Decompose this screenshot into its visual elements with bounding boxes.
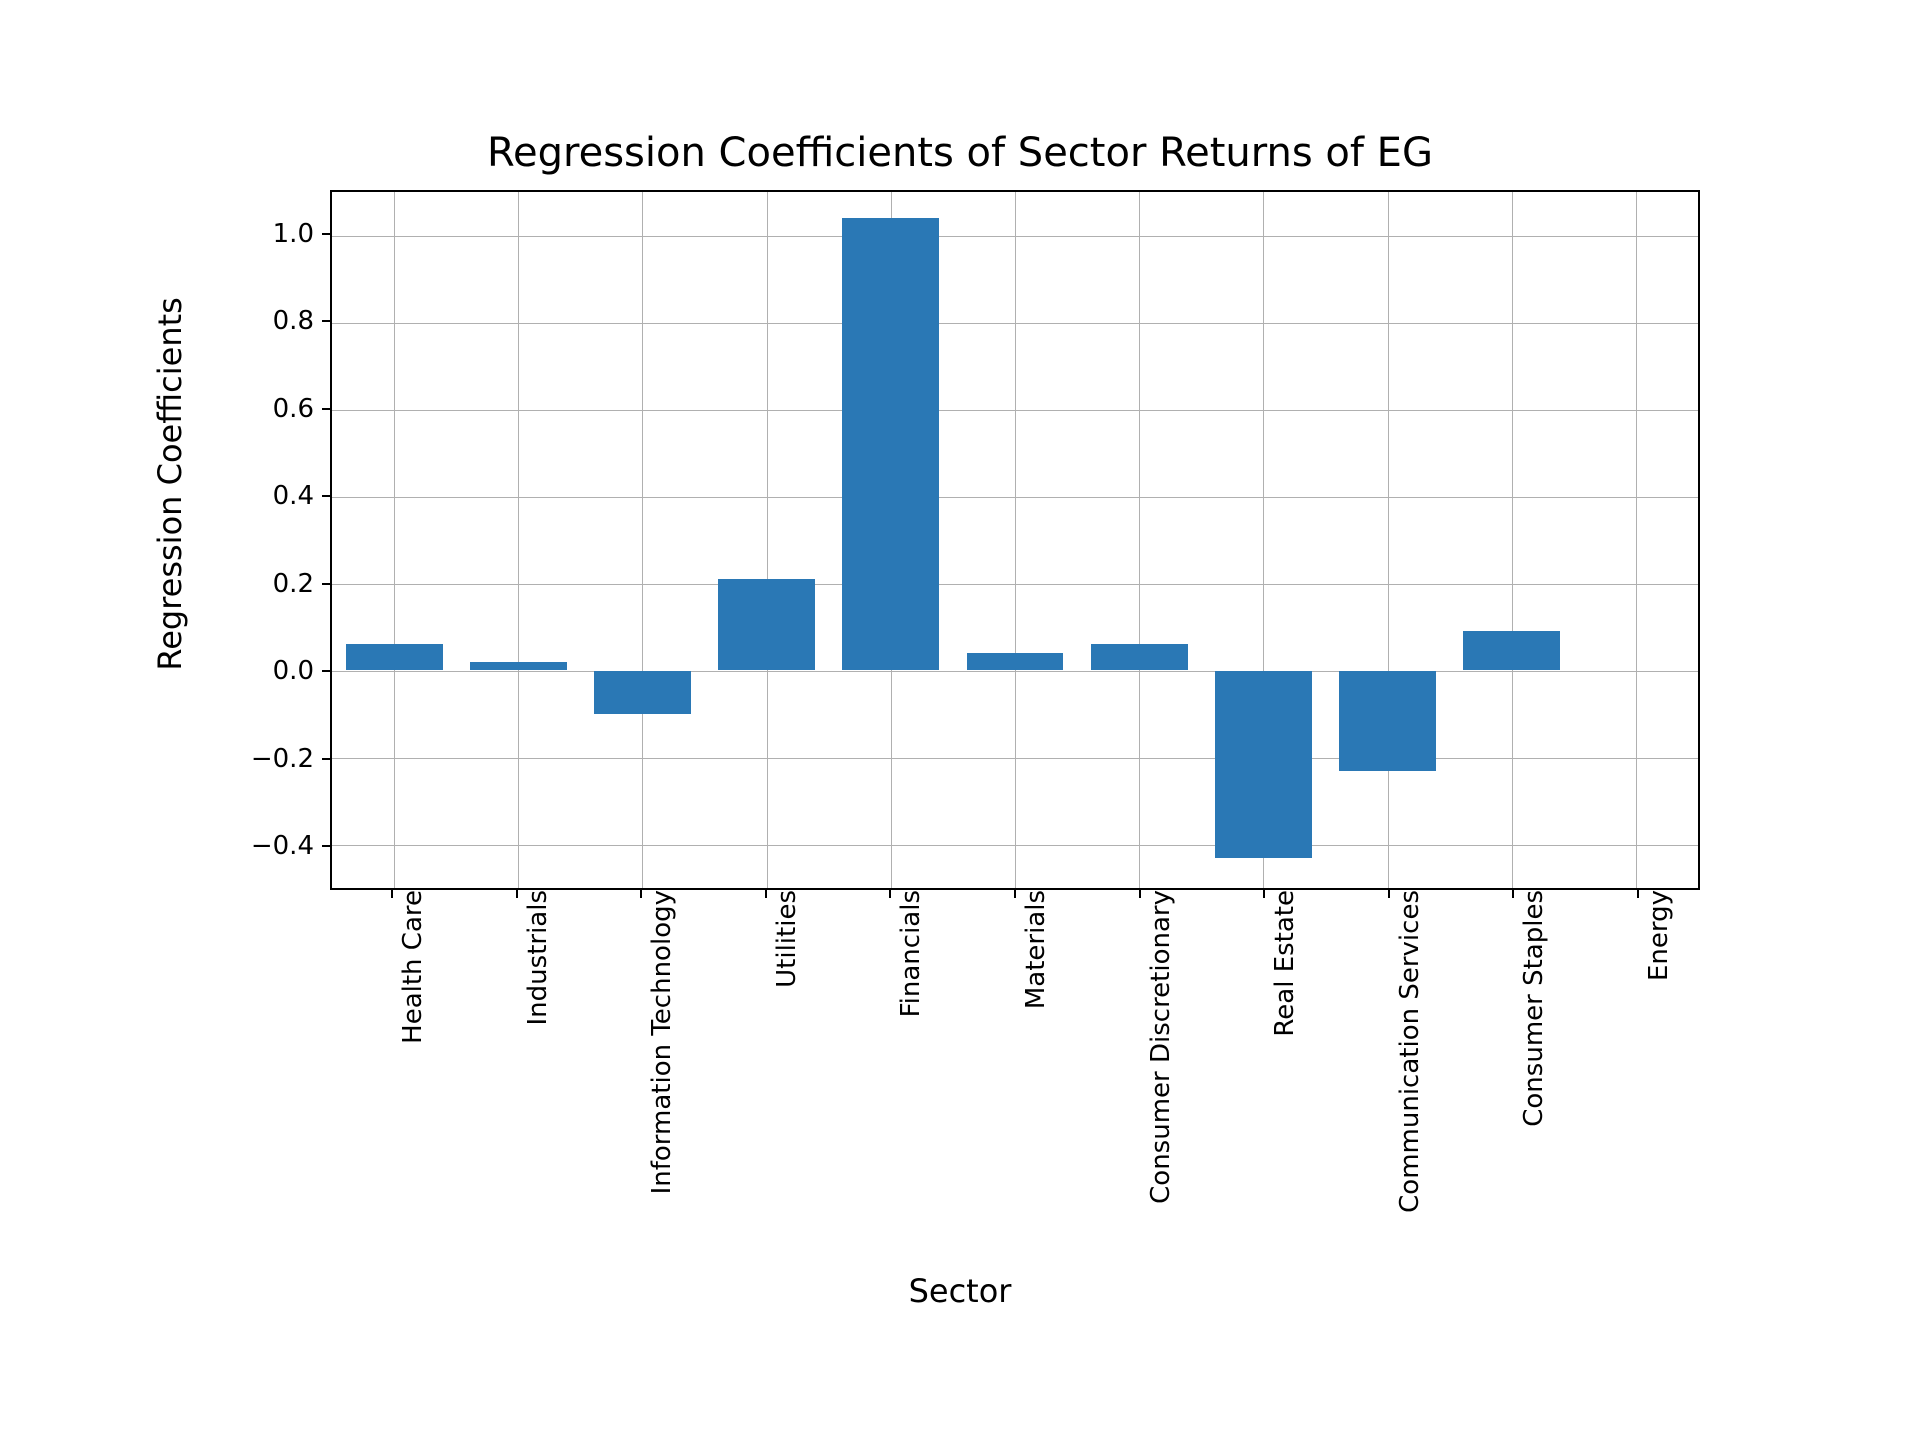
y-tick-mark — [322, 320, 330, 322]
x-tick-label: Materials — [1005, 890, 1051, 1009]
gridline-v — [1139, 192, 1140, 888]
gridline-v — [642, 192, 643, 888]
x-axis-label: Sector — [180, 1272, 1740, 1310]
gridline-v — [1388, 192, 1389, 888]
y-tick-label: 1.0 — [273, 219, 330, 249]
chart-title: Regression Coefficients of Sector Return… — [180, 130, 1740, 176]
y-tick-label: −0.4 — [251, 831, 330, 861]
x-tick-mark — [391, 890, 393, 898]
x-tick-label: Communication Services — [1379, 890, 1425, 1213]
plot-area — [330, 190, 1700, 890]
x-tick-mark — [1139, 890, 1141, 898]
x-tick-label: Energy — [1628, 890, 1674, 981]
y-tick-mark — [322, 670, 330, 672]
y-tick-label: −0.2 — [251, 744, 330, 774]
x-tick-label: Health Care — [382, 890, 428, 1044]
y-tick-label: 0.0 — [273, 656, 330, 686]
bar — [842, 218, 939, 670]
y-tick-mark — [322, 408, 330, 410]
bar — [1339, 671, 1436, 771]
bar — [346, 644, 443, 670]
gridline-v — [1015, 192, 1016, 888]
gridline-v — [1636, 192, 1637, 888]
y-tick-label: 0.4 — [273, 481, 330, 511]
y-tick-label: 0.2 — [273, 569, 330, 599]
gridline-v — [394, 192, 395, 888]
gridline-v — [767, 192, 768, 888]
gridline-v — [518, 192, 519, 888]
x-tick-label: Real Estate — [1254, 890, 1300, 1037]
x-tick-label: Financials — [880, 890, 926, 1017]
y-tick-mark — [322, 495, 330, 497]
x-tick-label: Industrials — [507, 890, 553, 1025]
chart-container: Regression Coefficients of Sector Return… — [180, 130, 1740, 1310]
bar — [718, 579, 815, 670]
x-tick-mark — [640, 890, 642, 898]
x-tick-label: Utilities — [756, 890, 802, 988]
y-tick-mark — [322, 233, 330, 235]
y-tick-label: 0.8 — [273, 306, 330, 336]
x-tick-mark — [1014, 890, 1016, 898]
bar — [470, 662, 567, 671]
gridline-v — [1512, 192, 1513, 888]
bar — [1091, 644, 1188, 670]
x-tick-mark — [765, 890, 767, 898]
x-tick-mark — [889, 890, 891, 898]
y-tick-mark — [322, 758, 330, 760]
x-tick-mark — [516, 890, 518, 898]
y-axis-label: Regression Coefficients — [151, 297, 189, 670]
y-tick-mark — [322, 845, 330, 847]
bar — [967, 653, 1064, 670]
x-tick-mark — [1263, 890, 1265, 898]
x-tick-mark — [1637, 890, 1639, 898]
x-tick-label: Consumer Discretionary — [1130, 890, 1176, 1204]
bar — [594, 671, 691, 715]
x-tick-label: Information Technology — [631, 890, 677, 1194]
x-tick-mark — [1512, 890, 1514, 898]
bar — [1463, 631, 1560, 670]
x-tick-mark — [1388, 890, 1390, 898]
y-tick-mark — [322, 583, 330, 585]
bar — [1215, 671, 1312, 858]
x-tick-label: Consumer Staples — [1503, 890, 1549, 1127]
y-tick-label: 0.6 — [273, 394, 330, 424]
